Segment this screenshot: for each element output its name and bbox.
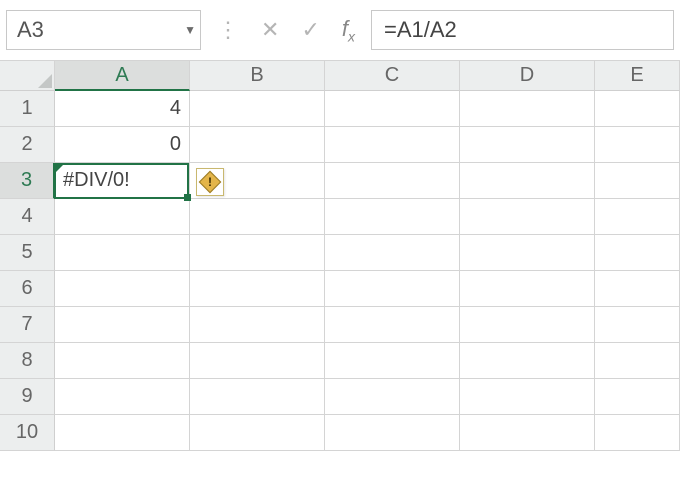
row-header-2[interactable]: 2: [0, 127, 55, 163]
fx-icon[interactable]: fx: [342, 16, 355, 44]
cell-a10[interactable]: [55, 415, 190, 451]
cell-c10[interactable]: [325, 415, 460, 451]
cell-a3[interactable]: #DIV/0!: [55, 163, 190, 199]
cancel-icon[interactable]: ✕: [261, 19, 279, 41]
cell-b6[interactable]: [190, 271, 325, 307]
cell-e10[interactable]: [595, 415, 680, 451]
cell-a1[interactable]: 4: [55, 91, 190, 127]
cell-c3[interactable]: [325, 163, 460, 199]
formula-bar-area: A3 ▼ ⋮ ✕ ✓ fx =A1/A2: [0, 0, 680, 60]
row-header-1[interactable]: 1: [0, 91, 55, 127]
cell-a2[interactable]: 0: [55, 127, 190, 163]
column-header-b[interactable]: B: [190, 61, 325, 91]
cell-c2[interactable]: [325, 127, 460, 163]
name-box[interactable]: A3 ▼: [6, 10, 201, 50]
cell-a4[interactable]: [55, 199, 190, 235]
cell-c5[interactable]: [325, 235, 460, 271]
column-header-d[interactable]: D: [460, 61, 595, 91]
cell-a7[interactable]: [55, 307, 190, 343]
cell-c8[interactable]: [325, 343, 460, 379]
cell-b5[interactable]: [190, 235, 325, 271]
cell-d10[interactable]: [460, 415, 595, 451]
cell-b2[interactable]: [190, 127, 325, 163]
cell-d6[interactable]: [460, 271, 595, 307]
cell-e4[interactable]: [595, 199, 680, 235]
cell-a5[interactable]: [55, 235, 190, 271]
formula-text: =A1/A2: [384, 17, 457, 43]
formula-input[interactable]: =A1/A2: [371, 10, 674, 50]
cell-c4[interactable]: [325, 199, 460, 235]
cell-e7[interactable]: [595, 307, 680, 343]
cell-e1[interactable]: [595, 91, 680, 127]
error-triangle-icon: [55, 163, 65, 173]
cell-b4[interactable]: [190, 199, 325, 235]
cell-e6[interactable]: [595, 271, 680, 307]
cell-e3[interactable]: [595, 163, 680, 199]
more-icon: ⋮: [217, 19, 239, 41]
cell-e8[interactable]: [595, 343, 680, 379]
cell-d5[interactable]: [460, 235, 595, 271]
row-header-8[interactable]: 8: [0, 343, 55, 379]
cell-c7[interactable]: [325, 307, 460, 343]
cell-d2[interactable]: [460, 127, 595, 163]
row-header-10[interactable]: 10: [0, 415, 55, 451]
cell-d9[interactable]: [460, 379, 595, 415]
cell-a6[interactable]: [55, 271, 190, 307]
confirm-icon[interactable]: ✓: [301, 19, 319, 41]
formula-bar-controls: ⋮ ✕ ✓ fx: [211, 16, 361, 44]
error-smart-tag[interactable]: !: [196, 168, 224, 196]
cell-c1[interactable]: [325, 91, 460, 127]
name-box-ref: A3: [17, 17, 44, 43]
row-header-3[interactable]: 3: [0, 163, 55, 199]
cell-b10[interactable]: [190, 415, 325, 451]
cell-d7[interactable]: [460, 307, 595, 343]
row-header-9[interactable]: 9: [0, 379, 55, 415]
chevron-down-icon: ▼: [184, 23, 196, 37]
row-header-6[interactable]: 6: [0, 271, 55, 307]
cell-b7[interactable]: [190, 307, 325, 343]
cell-a9[interactable]: [55, 379, 190, 415]
cell-e5[interactable]: [595, 235, 680, 271]
cell-c6[interactable]: [325, 271, 460, 307]
cell-e2[interactable]: [595, 127, 680, 163]
cell-b9[interactable]: [190, 379, 325, 415]
cell-d3[interactable]: [460, 163, 595, 199]
cell-d1[interactable]: [460, 91, 595, 127]
row-header-7[interactable]: 7: [0, 307, 55, 343]
cell-b1[interactable]: [190, 91, 325, 127]
row-header-5[interactable]: 5: [0, 235, 55, 271]
spreadsheet-grid[interactable]: A B C D E 1 4 2 0 3 #DIV/0! 4: [0, 60, 680, 451]
select-all-corner[interactable]: [0, 61, 55, 91]
cell-d8[interactable]: [460, 343, 595, 379]
column-header-e[interactable]: E: [595, 61, 680, 91]
cell-d4[interactable]: [460, 199, 595, 235]
cell-a8[interactable]: [55, 343, 190, 379]
cell-e9[interactable]: [595, 379, 680, 415]
warning-diamond-icon: !: [199, 171, 222, 194]
column-header-c[interactable]: C: [325, 61, 460, 91]
column-header-a[interactable]: A: [55, 61, 190, 91]
row-header-4[interactable]: 4: [0, 199, 55, 235]
cell-c9[interactable]: [325, 379, 460, 415]
cell-b8[interactable]: [190, 343, 325, 379]
